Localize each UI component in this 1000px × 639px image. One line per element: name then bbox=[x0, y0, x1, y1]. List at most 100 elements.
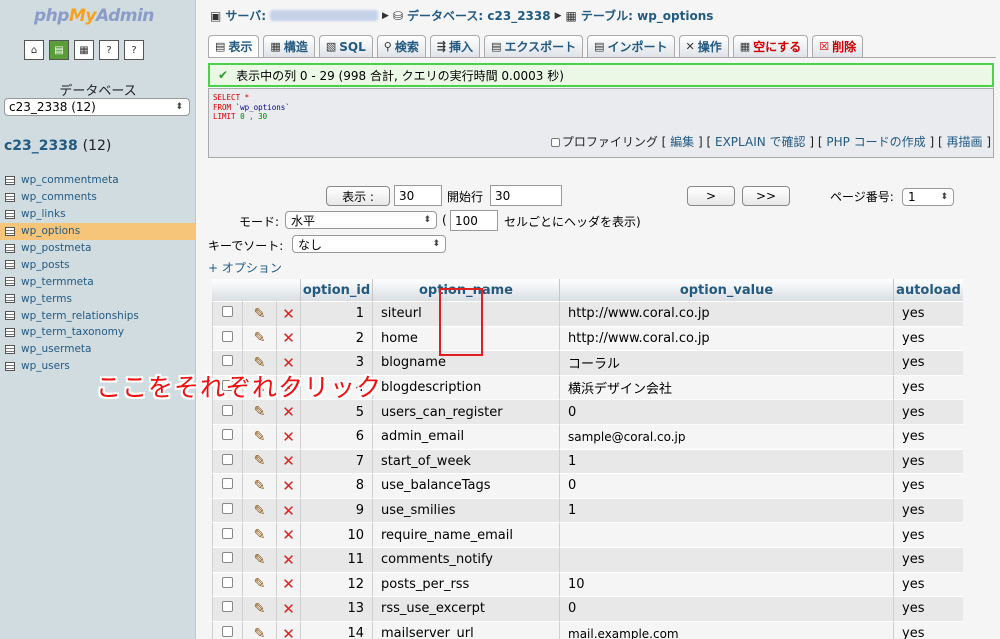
rows-count-input[interactable]: 30 bbox=[394, 185, 442, 206]
table-icon[interactable] bbox=[5, 260, 15, 270]
table-icon[interactable] bbox=[5, 294, 15, 304]
docs-icon[interactable]: ? bbox=[99, 40, 119, 60]
row-checkbox[interactable] bbox=[222, 404, 233, 416]
table-icon[interactable] bbox=[5, 226, 15, 236]
delete-x-icon[interactable]: ✕ bbox=[276, 448, 300, 474]
sidebar-table-label[interactable]: wp_comments bbox=[21, 191, 97, 203]
table-icon[interactable] bbox=[5, 311, 15, 321]
sidebar-table-label[interactable]: wp_users bbox=[21, 360, 70, 372]
row-checkbox[interactable] bbox=[222, 429, 233, 441]
table-icon[interactable] bbox=[5, 209, 15, 219]
next-page-button[interactable]: > bbox=[687, 186, 735, 206]
profiling-checkbox[interactable] bbox=[550, 138, 560, 147]
sql-query-icon[interactable]: ▦ bbox=[74, 40, 94, 60]
row-checkbox[interactable] bbox=[222, 527, 233, 539]
row-checkbox[interactable] bbox=[222, 355, 233, 367]
sidebar-table-label[interactable]: wp_commentmeta bbox=[21, 174, 119, 186]
delete-x-icon[interactable]: ✕ bbox=[276, 325, 300, 351]
sidebar-table-item[interactable]: wp_commentmeta bbox=[0, 172, 196, 189]
sidebar-table-label[interactable]: wp_terms bbox=[21, 293, 72, 305]
sidebar-table-label[interactable]: wp_usermeta bbox=[21, 343, 91, 355]
explain-link[interactable]: EXPLAIN で確認 bbox=[715, 135, 806, 149]
table-icon[interactable] bbox=[5, 361, 15, 371]
column-header-option-value[interactable]: option_value bbox=[559, 279, 893, 301]
delete-x-icon[interactable]: ✕ bbox=[276, 497, 300, 523]
edit-pencil-icon[interactable]: ✎ bbox=[242, 473, 276, 498]
table-icon[interactable] bbox=[5, 175, 15, 185]
row-checkbox[interactable] bbox=[222, 576, 233, 588]
row-checkbox[interactable] bbox=[222, 626, 233, 638]
sidebar-table-item[interactable]: wp_term_taxonomy bbox=[0, 324, 196, 341]
sidebar-table-item[interactable]: wp_comments bbox=[0, 189, 196, 206]
sidebar-table-label[interactable]: wp_options bbox=[21, 225, 80, 237]
column-header-autoload[interactable]: autoload bbox=[893, 279, 963, 301]
sidebar-table-item[interactable]: wp_termmeta bbox=[0, 273, 196, 290]
refresh-link[interactable]: 再描画 bbox=[946, 135, 982, 149]
row-checkbox[interactable] bbox=[222, 306, 233, 318]
tab-search[interactable]: ⚲ 検索 bbox=[376, 35, 426, 57]
breadcrumb-database[interactable]: データベース: c23_2338 bbox=[407, 7, 551, 24]
table-icon[interactable] bbox=[5, 344, 15, 354]
header-every-input[interactable]: 100 bbox=[450, 210, 498, 231]
edit-pencil-icon[interactable]: ✎ bbox=[242, 546, 276, 572]
table-icon[interactable] bbox=[5, 277, 15, 287]
sidebar-table-item[interactable]: wp_term_relationships bbox=[0, 307, 196, 324]
row-checkbox[interactable] bbox=[222, 552, 233, 564]
sidebar-table-item[interactable]: wp_links bbox=[0, 206, 196, 223]
sidebar-table-label[interactable]: wp_term_relationships bbox=[21, 310, 139, 322]
tab-export[interactable]: ▤ エクスポート bbox=[484, 35, 584, 57]
row-checkbox[interactable] bbox=[222, 503, 233, 515]
edit-link[interactable]: 編集 bbox=[670, 135, 694, 149]
start-row-input[interactable]: 30 bbox=[490, 185, 562, 206]
delete-x-icon[interactable]: ✕ bbox=[276, 522, 300, 547]
database-select[interactable]: c23_2338 (12) ⬍ bbox=[4, 98, 190, 116]
delete-x-icon[interactable]: ✕ bbox=[276, 596, 300, 621]
delete-x-icon[interactable]: ✕ bbox=[276, 301, 300, 326]
edit-pencil-icon[interactable]: ✎ bbox=[242, 423, 276, 449]
mode-select[interactable]: 水平 ⬍ bbox=[285, 211, 437, 229]
row-checkbox[interactable] bbox=[222, 478, 233, 490]
sidebar-table-item[interactable]: wp_options bbox=[0, 222, 196, 240]
sql-window-icon[interactable]: ▤ bbox=[49, 40, 69, 60]
edit-pencil-icon[interactable]: ✎ bbox=[242, 522, 276, 547]
tab-operations[interactable]: ✕ 操作 bbox=[678, 35, 729, 57]
edit-pencil-icon[interactable]: ✎ bbox=[242, 448, 276, 474]
row-checkbox[interactable] bbox=[222, 453, 233, 465]
edit-pencil-icon[interactable]: ✎ bbox=[242, 596, 276, 621]
edit-pencil-icon[interactable]: ✎ bbox=[242, 571, 276, 597]
row-checkbox[interactable] bbox=[222, 601, 233, 613]
tab-drop[interactable]: ☒ 削除 bbox=[812, 35, 864, 57]
delete-x-icon[interactable]: ✕ bbox=[276, 546, 300, 572]
tab-browse[interactable]: ▤ 表示 bbox=[208, 35, 260, 57]
show-button[interactable]: 表示 : bbox=[326, 186, 390, 206]
tab-empty[interactable]: ▦ 空にする bbox=[732, 35, 809, 57]
tab-import[interactable]: ▤ インポート bbox=[587, 35, 675, 57]
delete-x-icon[interactable]: ✕ bbox=[276, 571, 300, 597]
table-icon[interactable] bbox=[5, 192, 15, 202]
sidebar-table-item[interactable]: wp_postmeta bbox=[0, 240, 196, 257]
column-header-option-id[interactable]: option_id bbox=[300, 279, 372, 301]
breadcrumb-table[interactable]: テーブル: wp_options bbox=[581, 7, 714, 24]
sidebar-table-item[interactable]: wp_terms bbox=[0, 290, 196, 307]
tab-insert[interactable]: ⇶ 挿入 bbox=[429, 35, 481, 57]
database-title[interactable]: c23_2338 (12) bbox=[4, 138, 111, 154]
breadcrumb-server[interactable]: サーバ: bbox=[225, 7, 266, 24]
options-link[interactable]: + オプション bbox=[208, 259, 282, 276]
sidebar-table-item[interactable]: wp_usermeta bbox=[0, 341, 196, 358]
table-icon[interactable] bbox=[5, 327, 15, 337]
edit-pencil-icon[interactable]: ✎ bbox=[242, 620, 276, 639]
sort-by-key-select[interactable]: なし ⬍ bbox=[292, 235, 446, 253]
row-checkbox[interactable] bbox=[222, 330, 233, 342]
sidebar-table-label[interactable]: wp_termmeta bbox=[21, 276, 94, 288]
edit-pencil-icon[interactable]: ✎ bbox=[242, 497, 276, 523]
page-number-select[interactable]: 1 ⬍ bbox=[902, 188, 954, 206]
sidebar-table-label[interactable]: wp_posts bbox=[21, 259, 70, 271]
home-icon[interactable]: ⌂ bbox=[24, 40, 44, 60]
sidebar-table-label[interactable]: wp_links bbox=[21, 208, 66, 220]
sidebar-table-label[interactable]: wp_postmeta bbox=[21, 242, 91, 254]
sidebar-table-item[interactable]: wp_posts bbox=[0, 256, 196, 273]
last-page-button[interactable]: >> bbox=[742, 186, 790, 206]
delete-x-icon[interactable]: ✕ bbox=[276, 473, 300, 498]
create-php-link[interactable]: PHP コードの作成 bbox=[826, 135, 925, 149]
tab-sql[interactable]: ▧ SQL bbox=[318, 35, 373, 57]
